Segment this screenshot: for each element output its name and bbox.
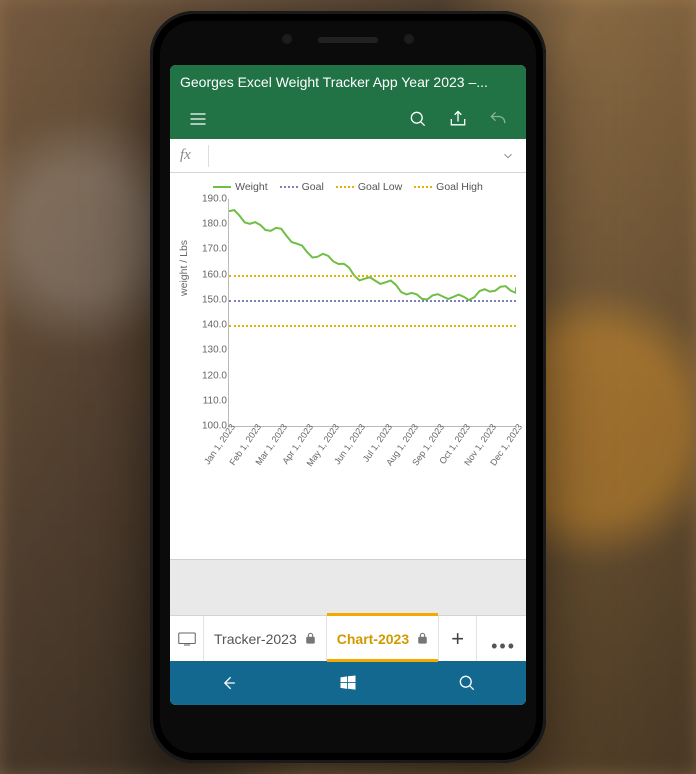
sheet-tab-label: Tracker-2023 [214,631,297,647]
reference-line [229,300,516,302]
legend-label: Weight [235,181,268,193]
y-tick-label: 130.0 [193,345,227,356]
legend-item: Goal High [414,181,483,193]
chevron-down-icon [501,149,515,163]
fx-separator [208,145,209,167]
search-icon [408,109,428,129]
undo-icon [488,109,508,129]
add-sheet-button[interactable]: + [439,616,477,661]
undo-button[interactable] [478,99,518,139]
legend-label: Goal Low [358,181,402,193]
chart-plot[interactable]: 100.0110.0120.0130.0140.0150.0160.0170.0… [228,199,516,427]
menu-button[interactable] [178,99,218,139]
legend-label: Goal [302,181,324,193]
back-arrow-icon [219,673,239,693]
y-tick-label: 150.0 [193,294,227,305]
chart-plot-wrap: weight / Lbs 100.0110.0120.0130.0140.015… [192,199,522,449]
sheet-tab-label: Chart-2023 [337,631,409,647]
y-tick-label: 110.0 [193,395,227,406]
sheet-tab-tracker-2023[interactable]: Tracker-2023 [204,616,327,661]
present-button[interactable] [170,616,204,661]
y-tick-label: 160.0 [193,269,227,280]
ellipsis-icon: ••• [491,636,516,657]
search-button[interactable] [398,99,438,139]
legend-label: Goal High [436,181,483,193]
sheet-tabstrip: Tracker-2023 Chart-2023 + ••• [170,615,526,661]
share-button[interactable] [438,99,478,139]
screen: Georges Excel Weight Tracker App Year 20… [170,65,526,705]
windows-icon [338,673,358,693]
os-navbar [170,661,526,705]
legend-item: Goal [280,181,324,193]
chart-svg [229,199,516,426]
legend-swatch [280,186,298,188]
y-tick-label: 120.0 [193,370,227,381]
legend-item: Weight [213,181,268,193]
back-button[interactable] [170,661,289,705]
phone-sensor [404,34,414,44]
sheet-tab-chart-2023[interactable]: Chart-2023 [327,616,439,661]
plus-icon: + [451,626,464,652]
lock-icon [417,631,428,647]
app-title: Georges Excel Weight Tracker App Year 20… [180,74,488,90]
app-toolbar [170,99,526,139]
os-search-button[interactable] [407,661,526,705]
presentation-icon [178,632,196,646]
phone-frame: Georges Excel Weight Tracker App Year 20… [150,11,546,763]
legend-swatch [414,186,432,188]
hamburger-icon [188,109,208,129]
legend-swatch [213,186,231,188]
reference-line [229,275,516,277]
legend-swatch [336,186,354,188]
sheet-gap [170,559,526,615]
fx-label: fx [180,147,208,164]
reference-line [229,325,516,327]
y-tick-label: 180.0 [193,219,227,230]
phone-frontcam [282,34,292,44]
lock-icon [305,631,316,647]
chart-ylabel: weight / Lbs [178,240,190,296]
legend-item: Goal Low [336,181,402,193]
start-button[interactable] [289,661,408,705]
y-tick-label: 190.0 [193,194,227,205]
weight-series-line [229,210,516,300]
chart-pane: Weight Goal Goal Low Goal High weight / Lbs… [170,173,526,559]
formula-bar: fx [170,139,526,173]
formula-expand-button[interactable] [496,149,520,163]
y-tick-label: 140.0 [193,320,227,331]
phone-earpiece [318,37,378,43]
app-titlebar: Georges Excel Weight Tracker App Year 20… [170,65,526,99]
more-sheets-button[interactable]: ••• [477,616,526,661]
y-tick-label: 170.0 [193,244,227,255]
search-icon [457,673,477,693]
share-icon [448,109,468,129]
formula-input[interactable] [215,139,496,172]
